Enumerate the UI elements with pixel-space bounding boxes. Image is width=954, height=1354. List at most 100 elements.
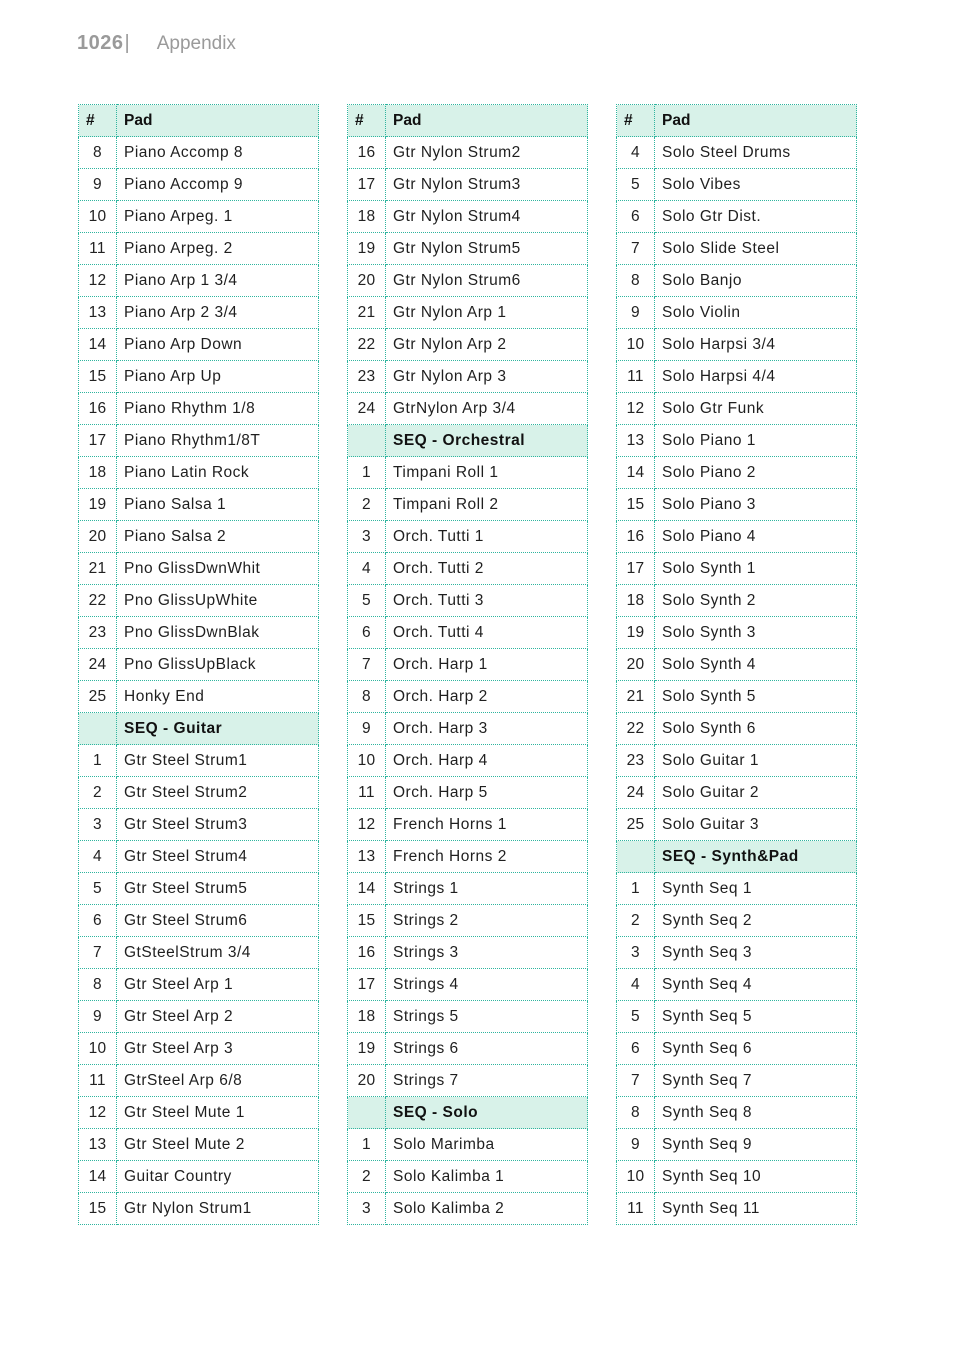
pad-name-cell: Orch. Tutti 1 [385, 520, 588, 553]
pad-number-cell: 13 [78, 296, 117, 329]
pad-name-cell: Solo Violin [654, 296, 857, 329]
pad-name-cell: Synth Seq 5 [654, 1000, 857, 1033]
pad-name-cell: Piano Arp Up [116, 360, 319, 393]
pad-name-cell: Gtr Nylon Strum1 [116, 1192, 319, 1225]
pad-number-cell: 13 [616, 424, 655, 457]
pad-name-cell: Honky End [116, 680, 319, 713]
pad-number-cell: 17 [347, 168, 386, 201]
pad-number-cell: 4 [616, 968, 655, 1001]
pad-number-cell: 20 [78, 520, 117, 553]
pad-name-cell: Timpani Roll 2 [385, 488, 588, 521]
table-row: 8 Piano Accomp 8 [78, 136, 319, 169]
pad-name-cell: Solo Synth 4 [654, 648, 857, 681]
table-row: 7 Orch. Harp 1 [347, 648, 588, 681]
table-row: 11 Synth Seq 11 [616, 1192, 857, 1225]
pad-name-cell: Piano Rhythm 1/8 [116, 392, 319, 425]
table-row: 19 Strings 6 [347, 1032, 588, 1065]
section-header-row: SEQ - Orchestral [347, 424, 588, 457]
pad-name-cell: Pno GlissUpBlack [116, 648, 319, 681]
pad-number-cell: 15 [347, 904, 386, 937]
pad-number-cell: 19 [616, 616, 655, 649]
table-row: 11 Piano Arpeg. 2 [78, 232, 319, 265]
table-row: 5 Orch. Tutti 3 [347, 584, 588, 617]
table-row: 21 Pno GlissDwnWhit [78, 552, 319, 585]
table-row: 6 Solo Gtr Dist. [616, 200, 857, 233]
pad-name-cell: Strings 5 [385, 1000, 588, 1033]
table-row: 18 Strings 5 [347, 1000, 588, 1033]
table-row: 18 Solo Synth 2 [616, 584, 857, 617]
pad-number-cell: 25 [78, 680, 117, 713]
pad-number-cell: 17 [347, 968, 386, 1001]
table-row: 19 Gtr Nylon Strum5 [347, 232, 588, 265]
pad-number-cell: 6 [616, 200, 655, 233]
pad-name-cell: Strings 4 [385, 968, 588, 1001]
table-row: 22 Pno GlissUpWhite [78, 584, 319, 617]
pad-name-cell: Strings 1 [385, 872, 588, 905]
pad-number-cell: 1 [78, 744, 117, 777]
table-row: 22 Gtr Nylon Arp 2 [347, 328, 588, 361]
pad-name-cell: Synth Seq 6 [654, 1032, 857, 1065]
pad-number-cell: 2 [347, 1160, 386, 1193]
pad-number-cell: 14 [616, 456, 655, 489]
pad-number-cell: 12 [78, 264, 117, 297]
table-row: 21 Solo Synth 5 [616, 680, 857, 713]
table-row: 10 Piano Arpeg. 1 [78, 200, 319, 233]
pad-name-cell: Gtr Nylon Strum5 [385, 232, 588, 265]
pad-number-cell: 4 [616, 136, 655, 169]
pad-name-cell: Gtr Steel Strum3 [116, 808, 319, 841]
table-row: 4 Solo Steel Drums [616, 136, 857, 169]
pad-number-cell: 9 [78, 168, 117, 201]
table-row: 5 Synth Seq 5 [616, 1000, 857, 1033]
table-row: 23 Pno GlissDwnBlak [78, 616, 319, 649]
page-number-separator: | [124, 32, 130, 54]
pad-number-cell: 8 [347, 680, 386, 713]
pad-number-cell: 23 [347, 360, 386, 393]
pad-name-cell: Synth Seq 11 [654, 1192, 857, 1225]
table-row: 9 Synth Seq 9 [616, 1128, 857, 1161]
pad-number-cell: 13 [78, 1128, 117, 1161]
pad-number-cell: 6 [616, 1032, 655, 1065]
pad-number-cell: 10 [616, 328, 655, 361]
table-row: 25 Honky End [78, 680, 319, 713]
table-row: 8 Orch. Harp 2 [347, 680, 588, 713]
table-row: 2 Timpani Roll 2 [347, 488, 588, 521]
pad-name-cell: Solo Gtr Dist. [654, 200, 857, 233]
pad-name-cell: Orch. Tutti 3 [385, 584, 588, 617]
table-row: 2 Solo Kalimba 1 [347, 1160, 588, 1193]
pad-name-cell: Guitar Country [116, 1160, 319, 1193]
pad-name-cell: Piano Salsa 1 [116, 488, 319, 521]
table-row: 19 Solo Synth 3 [616, 616, 857, 649]
pad-name-cell: Gtr Steel Arp 2 [116, 1000, 319, 1033]
pad-name-cell: Solo Piano 4 [654, 520, 857, 553]
pad-name-cell: Gtr Steel Arp 1 [116, 968, 319, 1001]
pad-name-cell: Solo Synth 2 [654, 584, 857, 617]
pad-name-cell: Piano Salsa 2 [116, 520, 319, 553]
section-title: Appendix [156, 33, 236, 54]
table-row: 8 Solo Banjo [616, 264, 857, 297]
pad-number-cell: 21 [78, 552, 117, 585]
pad-number-cell: 3 [78, 808, 117, 841]
pad-number-cell: 25 [616, 808, 655, 841]
column-header-pad: Pad [116, 104, 319, 137]
section-title: SEQ - Orchestral [385, 424, 588, 457]
pad-number-cell: 7 [347, 648, 386, 681]
pad-name-cell: Synth Seq 9 [654, 1128, 857, 1161]
pad-name-cell: Solo Guitar 2 [654, 776, 857, 809]
pad-name-cell: Strings 6 [385, 1032, 588, 1065]
pad-name-cell: Gtr Nylon Strum2 [385, 136, 588, 169]
page-number: 1026 [77, 32, 124, 54]
table-row: 23 Gtr Nylon Arp 3 [347, 360, 588, 393]
pad-number-cell: 6 [347, 616, 386, 649]
pad-number-cell: 8 [78, 136, 117, 169]
pad-name-cell: GtrSteel Arp 6/8 [116, 1064, 319, 1097]
pad-number-cell: 22 [78, 584, 117, 617]
pad-name-cell: Gtr Steel Strum2 [116, 776, 319, 809]
column-header-number: # [347, 104, 386, 137]
table-row: 10 Orch. Harp 4 [347, 744, 588, 777]
table-row: 21 Gtr Nylon Arp 1 [347, 296, 588, 329]
section-title: SEQ - Guitar [116, 712, 319, 745]
pad-name-cell: Strings 3 [385, 936, 588, 969]
pad-name-cell: Solo Kalimba 2 [385, 1192, 588, 1225]
table-row: 1 Synth Seq 1 [616, 872, 857, 905]
table-header-row: # Pad [78, 104, 319, 137]
